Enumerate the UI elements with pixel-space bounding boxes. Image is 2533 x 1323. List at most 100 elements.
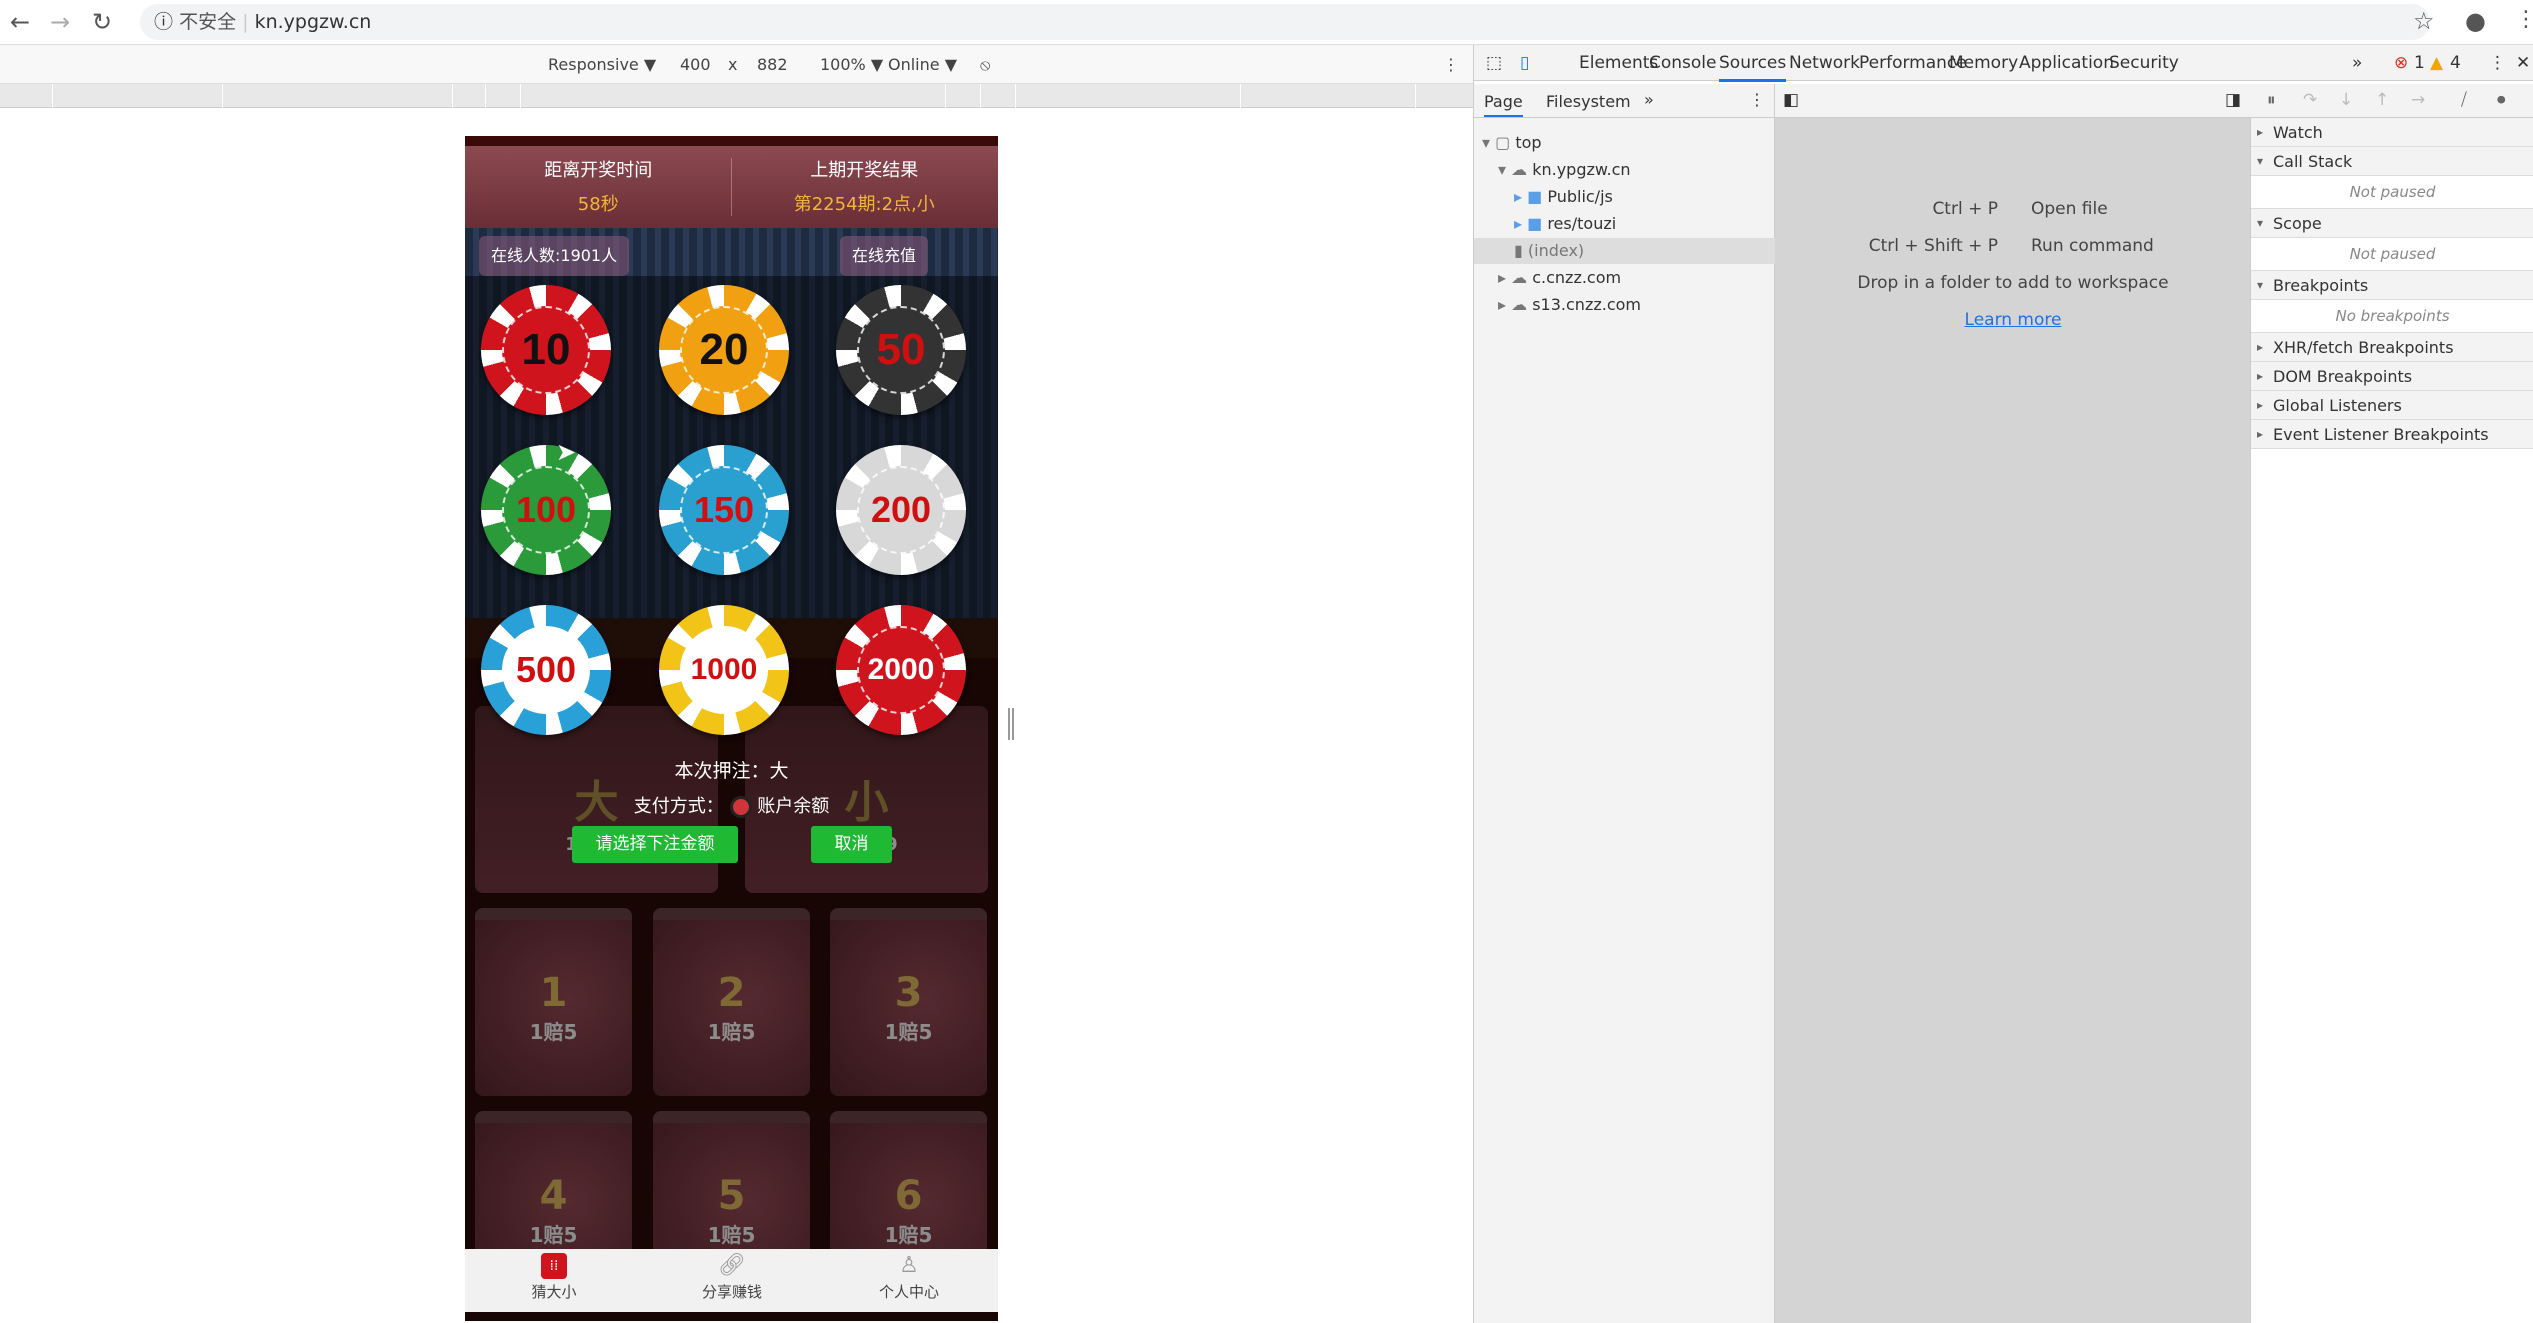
warning-count[interactable]: 4	[2450, 53, 2461, 73]
tab-security[interactable]: Security	[2109, 53, 2179, 73]
star-icon[interactable]: ☆	[2413, 7, 2435, 35]
mouse-cursor-icon: ➤	[556, 438, 577, 466]
devtools-menu-icon[interactable]: ⋮	[2489, 53, 2506, 73]
tab-application[interactable]: Application	[2019, 53, 2114, 73]
payment-option[interactable]: 账户余额	[757, 796, 829, 817]
last-result-value: 第2254期:2点,小	[793, 194, 935, 215]
tree-item[interactable]: ▸ ■ Public/js	[1474, 184, 1775, 210]
tab-console[interactable]: Console	[1649, 53, 1717, 73]
device-toggle-icon[interactable]: ▯	[1520, 53, 1529, 73]
bottom-nav: ⁞⁞ 猜大小 🔗︎ 分享赚钱 ♙ 个人中心	[465, 1249, 998, 1312]
info-icon[interactable]: ⓘ	[154, 11, 173, 33]
pause-on-exceptions-icon[interactable]: ⏺	[2497, 90, 2506, 110]
section-call-stack[interactable]: Call Stack	[2251, 147, 2533, 176]
error-count[interactable]: 1	[2414, 53, 2425, 73]
countdown-value: 58秒	[577, 194, 619, 215]
chip-200[interactable]: 200	[836, 445, 966, 575]
chip-1000[interactable]: 1000	[659, 605, 789, 735]
rotate-icon[interactable]: ⦸	[980, 55, 990, 75]
nav-guess[interactable]: ⁞⁞ 猜大小	[465, 1253, 643, 1302]
tree-item[interactable]: ▸ ■ res/touzi	[1474, 211, 1775, 237]
inspect-icon[interactable]: ⬚	[1486, 53, 1502, 73]
device-select[interactable]: Responsive ▼	[548, 55, 656, 74]
shortcut-action: Open file	[2031, 199, 2108, 219]
profile-icon[interactable]: ●	[2465, 7, 2486, 35]
tree-item[interactable]: ▸ ☁ s13.cnzz.com	[1474, 292, 1775, 318]
nav-share[interactable]: 🔗︎ 分享赚钱	[643, 1253, 821, 1302]
zoom-select[interactable]: 100% ▼	[820, 55, 883, 74]
shortcut-keys: Ctrl + Shift + P	[1868, 236, 1998, 256]
tab-elements[interactable]: Elements	[1579, 53, 1658, 73]
pause-icon[interactable]: ⏸	[2267, 90, 2276, 110]
countdown-label: 距离开奖时间	[544, 160, 653, 181]
section-xhr-breakpoints[interactable]: XHR/fetch Breakpoints	[2251, 333, 2533, 362]
recharge-button[interactable]: 在线充值	[840, 236, 929, 276]
warning-icon[interactable]: ▲	[2430, 53, 2443, 73]
section-watch[interactable]: Watch	[2251, 118, 2533, 147]
tree-item[interactable]: ▸ ☁ c.cnzz.com	[1474, 265, 1775, 291]
section-breakpoints[interactable]: Breakpoints	[2251, 271, 2533, 300]
more-tabs-icon[interactable]: »	[2352, 53, 2362, 73]
tab-filesystem[interactable]: Filesystem	[1546, 92, 1631, 111]
chip-150[interactable]: 150	[659, 445, 789, 575]
confirm-bet-button[interactable]: 请选择下注金额	[572, 826, 738, 863]
chip-value: 20	[680, 306, 768, 394]
menu-icon[interactable]: ⋮	[2515, 7, 2533, 32]
chip-50[interactable]: 50	[836, 285, 966, 415]
tree-label: res/touzi	[1547, 214, 1617, 233]
device-toolbar: Responsive ▼ 400 x 882 100% ▼ Online ▼ ⦸…	[0, 45, 1473, 84]
toggle-navigator-icon[interactable]: ◧	[1783, 90, 1799, 110]
close-devtools-icon[interactable]: ✕	[2516, 53, 2530, 73]
tree-label: s13.cnzz.com	[1532, 295, 1641, 314]
chip-value: 100	[502, 466, 590, 554]
address-bar[interactable]: ⓘ 不安全 | kn.ypgzw.cn	[140, 4, 2430, 40]
deactivate-breakpoints-icon[interactable]: ⧸	[2461, 90, 2467, 110]
security-label: 不安全	[179, 11, 237, 33]
back-icon[interactable]: ←	[10, 8, 30, 36]
step-icon[interactable]: →	[2411, 90, 2425, 110]
more-icon[interactable]: »	[1644, 90, 1654, 109]
chip-100[interactable]: 100	[481, 445, 611, 575]
tab-network[interactable]: Network	[1789, 53, 1860, 73]
more-icon[interactable]: ⋮	[1443, 55, 1459, 74]
chip-500[interactable]: 500	[481, 605, 611, 735]
tree-item[interactable]: ▾ ☁ kn.ypgzw.cn	[1474, 157, 1775, 183]
width-input[interactable]: 400	[680, 55, 711, 74]
cancel-button[interactable]: 取消	[811, 826, 892, 863]
media-query-ruler[interactable]	[0, 84, 1473, 108]
phone-viewport: 距离开奖时间 58秒 上期开奖结果 第2254期:2点,小 在线人数:1901人 在…	[465, 136, 998, 1321]
tree-item[interactable]: ▾ ▢ top	[1474, 130, 1775, 156]
tab-memory[interactable]: Memory	[1949, 53, 2018, 73]
dice-icon: ⁞⁞	[541, 1253, 567, 1279]
editor-placeholder: ◧ ◨ Ctrl + P Open file Ctrl + Shift + P …	[1775, 84, 2251, 1323]
link-icon: 🔗︎	[718, 1253, 746, 1278]
reload-icon[interactable]: ↻	[92, 8, 112, 36]
forward-icon[interactable]: →	[50, 8, 70, 36]
chip-2000[interactable]: 2000	[836, 605, 966, 735]
tab-sources[interactable]: Sources	[1719, 53, 1787, 82]
error-icon[interactable]: ⊗	[2394, 53, 2408, 73]
chip-10[interactable]: 10	[481, 285, 611, 415]
chip-value: 200	[857, 466, 945, 554]
section-scope[interactable]: Scope	[2251, 209, 2533, 238]
section-dom-breakpoints[interactable]: DOM Breakpoints	[2251, 362, 2533, 391]
resize-handle[interactable]	[1008, 708, 1014, 740]
last-result: 上期开奖结果 第2254期:2点,小	[731, 156, 998, 216]
nav-profile[interactable]: ♙ 个人中心	[820, 1253, 998, 1302]
step-into-icon[interactable]: ↓	[2339, 90, 2353, 110]
step-out-icon[interactable]: ↑	[2375, 90, 2389, 110]
url-text[interactable]: kn.ypgzw.cn	[255, 11, 372, 33]
section-global-listeners[interactable]: Global Listeners	[2251, 391, 2533, 420]
payment-radio[interactable]	[729, 796, 752, 818]
network-select[interactable]: Online ▼	[888, 55, 957, 74]
tab-page[interactable]: Page	[1484, 92, 1523, 117]
height-input[interactable]: 882	[757, 55, 788, 74]
chip-20[interactable]: 20	[659, 285, 789, 415]
toggle-debugger-icon[interactable]: ◨	[2225, 90, 2241, 110]
step-over-icon[interactable]: ↷	[2303, 90, 2317, 110]
menu-icon[interactable]: ⋮	[1749, 90, 1765, 109]
learn-more-link[interactable]: Learn more	[1775, 310, 2251, 330]
section-event-listener-breakpoints[interactable]: Event Listener Breakpoints	[2251, 420, 2533, 449]
tree-item[interactable]: ▮ (index)	[1474, 238, 1775, 264]
cloud-icon: ▾ ▢	[1482, 133, 1511, 152]
